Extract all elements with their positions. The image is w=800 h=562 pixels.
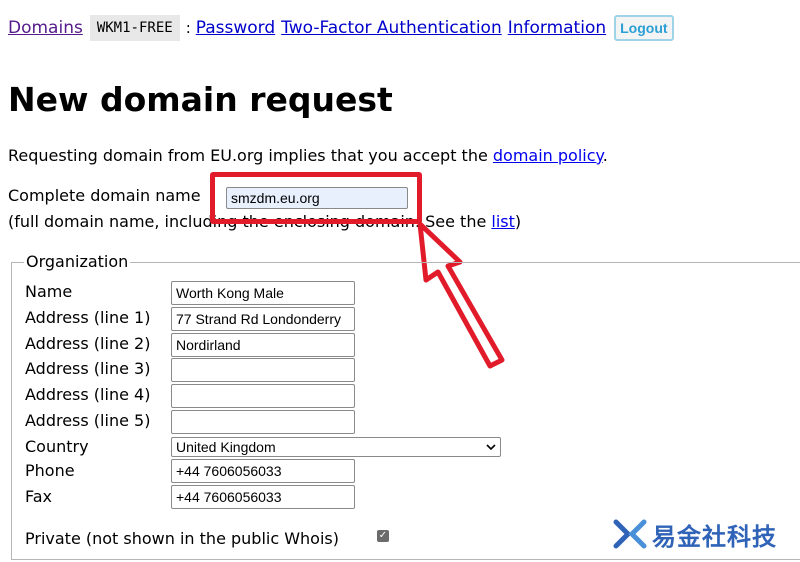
domain-policy-link[interactable]: domain policy [493, 146, 603, 165]
user-handle: WKM1-FREE [89, 15, 180, 41]
address-line4-label: Address (line 4) [25, 385, 151, 404]
two-factor-link[interactable]: Two-Factor Authentication [281, 18, 502, 38]
intro-prefix: Requesting domain from EU.org implies th… [8, 146, 493, 165]
phone-label: Phone [25, 461, 75, 480]
fax-label: Fax [25, 487, 53, 506]
highlight-box [210, 172, 422, 224]
page-title: New domain request [8, 80, 393, 119]
private-checkbox[interactable]: ✓ [377, 530, 389, 542]
phone-field[interactable]: +44 7606056033 [171, 459, 355, 483]
address-line2-label: Address (line 2) [25, 334, 151, 353]
address-line1-field[interactable]: 77 Strand Rd Londonderry [171, 307, 355, 331]
watermark: 易金社科技 [612, 516, 777, 552]
top-nav: Domains WKM1-FREE : Password Two-Factor … [8, 13, 674, 43]
address-line1-label: Address (line 1) [25, 308, 151, 327]
address-line5-field[interactable] [171, 410, 355, 434]
watermark-text: 易金社科技 [652, 522, 777, 551]
chevron-down-icon [486, 444, 496, 451]
logo-x-icon [613, 519, 647, 549]
intro-suffix: . [602, 146, 608, 165]
address-line3-field[interactable] [171, 358, 355, 382]
name-label: Name [25, 282, 73, 301]
information-link[interactable]: Information [508, 18, 606, 38]
domain-hint-suffix: ) [514, 212, 522, 231]
country-select[interactable]: United Kingdom [171, 437, 501, 457]
fax-field[interactable]: +44 7606056033 [171, 485, 355, 509]
country-label: Country [25, 437, 89, 456]
address-line5-label: Address (line 5) [25, 411, 151, 430]
address-line3-label: Address (line 3) [25, 359, 151, 378]
country-selected-value: United Kingdom [176, 439, 276, 455]
name-field[interactable]: Worth Kong Male [171, 281, 355, 305]
address-line2-field[interactable]: Nordirland [171, 333, 355, 357]
address-line4-field[interactable] [171, 384, 355, 408]
domain-name-label: Complete domain name [8, 186, 201, 205]
logout-button[interactable]: Logout [614, 15, 674, 41]
intro-text: Requesting domain from EU.org implies th… [8, 146, 608, 165]
organization-legend: Organization [24, 252, 131, 271]
private-label: Private (not shown in the public Whois) [25, 529, 339, 548]
domains-link[interactable]: Domains [8, 18, 83, 38]
password-link[interactable]: Password [196, 18, 275, 38]
nav-separator: : [185, 19, 191, 37]
